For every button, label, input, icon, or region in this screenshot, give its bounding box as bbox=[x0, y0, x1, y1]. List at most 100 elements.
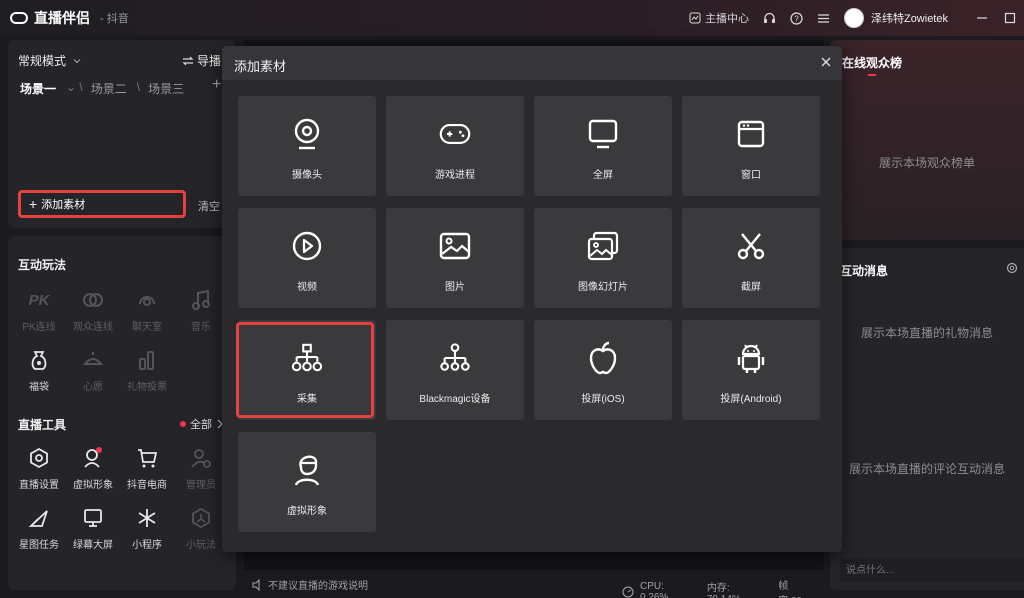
material-blackmagic[interactable]: Blackmagic设备 bbox=[386, 320, 524, 420]
slideshow-icon bbox=[587, 230, 619, 262]
tool-mini-game[interactable]: 小玩法 bbox=[174, 506, 228, 566]
material-video[interactable]: 视频 bbox=[238, 208, 376, 308]
material-virtual-avatar[interactable]: 虚拟形象 bbox=[238, 432, 376, 532]
tool-ecommerce[interactable]: 抖音电商 bbox=[120, 446, 174, 506]
brand: 直播伴侣 - 抖音 bbox=[10, 8, 129, 28]
add-material-label: 添加素材 bbox=[41, 199, 86, 211]
apple-icon bbox=[587, 341, 619, 375]
performance-icon bbox=[622, 586, 634, 598]
avatar-icon bbox=[291, 454, 323, 486]
maximize-icon bbox=[1004, 12, 1016, 24]
app-name: 直播伴侣 bbox=[34, 10, 90, 26]
tool-live-settings[interactable]: 直播设置 bbox=[12, 446, 66, 506]
tool-music[interactable]: 音乐 bbox=[174, 288, 228, 348]
scene-separator: ⌄ \ bbox=[66, 80, 83, 94]
tools-grid: 直播设置 虚拟形象 抖音电商 管理员 星图任务 绿幕大屏 小程序 小玩法 bbox=[8, 446, 236, 566]
headset-button[interactable] bbox=[763, 12, 776, 25]
gear-icon[interactable] bbox=[1006, 262, 1018, 274]
add-scene-button[interactable]: + bbox=[212, 76, 221, 94]
dialog-title: 添加素材 bbox=[234, 59, 287, 74]
chat-input[interactable] bbox=[840, 558, 1024, 582]
comment-messages-placeholder: 展示本场直播的评论互动消息 bbox=[848, 462, 1005, 476]
menu-button[interactable] bbox=[817, 12, 830, 25]
material-screenshot[interactable]: 截屏 bbox=[682, 208, 820, 308]
avatar[interactable] bbox=[843, 8, 864, 28]
all-tools-label: 全部 bbox=[190, 419, 212, 431]
material-game-process[interactable]: 游戏进程 bbox=[386, 96, 524, 196]
online-audience-title[interactable]: 在线观众榜 bbox=[842, 54, 902, 71]
guide-label: 导播 bbox=[197, 54, 222, 68]
maximize-button[interactable] bbox=[996, 0, 1024, 36]
add-material-button[interactable]: + 添加素材 bbox=[18, 190, 186, 218]
tool-virtual-avatar[interactable]: 虚拟形象 bbox=[66, 446, 120, 506]
material-fullscreen[interactable]: 全屏 bbox=[534, 96, 672, 196]
minimize-icon bbox=[977, 17, 987, 19]
lucky-bag-icon bbox=[27, 348, 51, 372]
play-icon bbox=[291, 230, 323, 262]
tools-title: 直播工具 bbox=[18, 418, 67, 432]
game-notice-label: 不建议直播的游戏说明 bbox=[268, 581, 368, 592]
tool-star-task[interactable]: 星图任务 bbox=[12, 506, 66, 566]
material-android-cast[interactable]: 投屏(Android) bbox=[682, 320, 820, 420]
settings-icon bbox=[27, 446, 51, 470]
link-icon bbox=[81, 288, 105, 312]
broadcast-center-link[interactable]: 主播中心 bbox=[689, 10, 749, 26]
cart-icon bbox=[135, 446, 159, 470]
guide-button[interactable]: 导播 bbox=[182, 52, 221, 69]
online-audience-placeholder: 展示本场观众榜单 bbox=[878, 156, 975, 170]
scissors-icon bbox=[735, 230, 767, 262]
cpu-usage: CPU: 0.26% bbox=[639, 581, 669, 598]
tool-mini-program[interactable]: 小程序 bbox=[120, 506, 174, 566]
star-task-icon bbox=[27, 506, 51, 530]
help-button[interactable]: ? bbox=[790, 11, 803, 25]
material-slideshow[interactable]: 图像幻灯片 bbox=[534, 208, 672, 308]
material-window[interactable]: 窗口 bbox=[682, 96, 820, 196]
all-tools-link[interactable]: 全部 bbox=[180, 416, 224, 432]
camera-icon bbox=[291, 118, 323, 150]
scene-tabs: 场景一 ⌄ \ 场景二 \ 场景三 bbox=[20, 80, 194, 97]
tool-admin[interactable]: 管理员 bbox=[174, 446, 228, 506]
tool-audience-link[interactable]: 观众连线 bbox=[66, 288, 120, 348]
speaker-icon bbox=[252, 578, 260, 591]
tool-lucky-bag[interactable]: 福袋 bbox=[12, 348, 66, 408]
tab-scene-3[interactable]: 场景三 bbox=[148, 80, 184, 97]
memory-usage: 内存: 78.14% bbox=[706, 583, 741, 598]
close-icon[interactable] bbox=[818, 54, 834, 70]
username[interactable]: 泽纬特Zowietek bbox=[871, 10, 948, 26]
minimize-button[interactable] bbox=[968, 0, 996, 36]
mode-label: 常规模式 bbox=[18, 54, 67, 68]
chevron-down-icon bbox=[73, 58, 81, 63]
admin-icon bbox=[189, 446, 213, 470]
tool-chatroom[interactable]: 聊天室 bbox=[120, 288, 174, 348]
material-camera[interactable]: 摄像头 bbox=[238, 96, 376, 196]
performance-stats: CPU: 0.26% 内存: 78.14% 帧率:30 bbox=[622, 577, 824, 598]
tool-gift-vote[interactable]: 礼物投票 bbox=[120, 348, 174, 408]
tool-green-screen[interactable]: 绿幕大屏 bbox=[66, 506, 120, 566]
tool-pk[interactable]: PK PK连线 bbox=[12, 288, 66, 348]
messages-title: 互动消息 bbox=[840, 264, 889, 278]
scene-panel: 常规模式 导播 场景一 ⌄ \ 场景二 \ 场景三 + + 添加素材 清空 bbox=[8, 40, 236, 228]
dialog-header: 添加素材 bbox=[222, 46, 842, 80]
material-image[interactable]: 图片 bbox=[386, 208, 524, 308]
title-bar: 直播伴侣 - 抖音 主播中心 ? 泽纬特Zowietek bbox=[0, 0, 1024, 36]
broadcast-center-label: 主播中心 bbox=[704, 13, 749, 25]
blackmagic-icon bbox=[439, 342, 471, 374]
tab-scene-1[interactable]: 场景一 bbox=[20, 80, 56, 97]
material-capture[interactable]: 采集 bbox=[238, 320, 376, 420]
mode-selector[interactable]: 常规模式 bbox=[18, 52, 82, 69]
tool-wish[interactable]: 心愿 bbox=[66, 348, 120, 408]
avatar-icon bbox=[81, 446, 105, 470]
game-notice-link[interactable]: 不建议直播的游戏说明 bbox=[252, 577, 368, 592]
gift-vote-icon bbox=[135, 348, 159, 372]
clear-button[interactable]: 清空 bbox=[198, 198, 220, 214]
material-ios-cast[interactable]: 投屏(iOS) bbox=[534, 320, 672, 420]
interaction-messages-panel: 互动消息 展示本场直播的礼物消息 展示本场直播的评论互动消息 bbox=[830, 248, 1024, 590]
frame-rate: 帧率:30 bbox=[778, 581, 802, 598]
android-icon bbox=[735, 342, 767, 374]
online-audience-panel: 在线观众榜 展示本场观众榜单 bbox=[830, 40, 1024, 240]
tab-scene-2[interactable]: 场景二 bbox=[91, 80, 127, 97]
menu-icon bbox=[817, 13, 829, 23]
tab-underline bbox=[868, 74, 876, 76]
help-icon: ? bbox=[790, 11, 803, 25]
app-subtitle: - 抖音 bbox=[100, 13, 129, 25]
